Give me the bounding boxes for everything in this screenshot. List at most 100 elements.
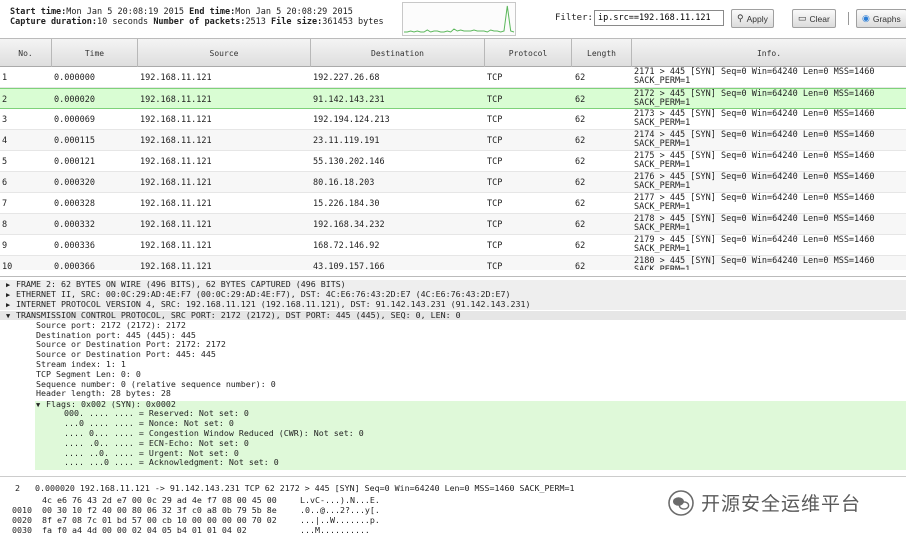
cell-time: 0.000069 (54, 114, 95, 125)
cell-info: 2178 > 445 [SYN] Seq=0 Win=64240 Len=0 M… (634, 214, 875, 233)
packet-row[interactable]: 6 0.000320 192.168.11.121 80.16.18.203 TCP 62… (0, 172, 906, 193)
apply-button-label: Apply (746, 13, 768, 24)
cell-source: 192.168.11.121 (140, 135, 212, 146)
hex-ascii: ...|..W.......p. (300, 515, 380, 525)
tree-text: Destination port: 445 (445): 445 (36, 329, 196, 340)
cell-info: 2177 > 445 [SYN] Seq=0 Win=64240 Len=0 M… (634, 193, 875, 212)
filter-input[interactable] (594, 10, 724, 26)
cell-protocol: TCP (487, 94, 503, 105)
cell-source: 192.168.11.121 (140, 177, 212, 188)
column-source[interactable]: Source (138, 39, 311, 67)
cell-destination: 192.168.34.232 (313, 219, 385, 230)
hex-offset: 0030 (12, 525, 32, 535)
cell-length: 62 (575, 94, 586, 105)
cell-no: 7 (2, 198, 8, 209)
cell-info: 2176 > 445 [SYN] Seq=0 Win=64240 Len=0 M… (634, 172, 875, 191)
column-time[interactable]: Time (52, 39, 138, 67)
toolbar-separator (848, 12, 849, 25)
packet-row[interactable]: 2 0.000020 192.168.11.121 91.142.143.231 TCP… (0, 88, 906, 109)
tree-text: Stream index: 1: 1 (36, 359, 126, 369)
apply-button[interactable]: ⚲ Apply (731, 9, 774, 28)
hex-bytes: 4c e6 76 43 2d e7 00 0c 29 ad 4e f7 08 0… (42, 495, 277, 505)
duration-label: Capture duration: (10, 17, 97, 27)
cell-length: 62 (575, 156, 586, 167)
tree-text: .... 0... .... = Congestion Window Reduc… (64, 428, 364, 438)
packet-row[interactable]: 7 0.000328 192.168.11.121 15.226.184.30 TCP 6… (0, 193, 906, 214)
file-size-label: File size: (271, 17, 323, 27)
cell-protocol: TCP (487, 240, 503, 251)
watermark: 开源安全运维平台 (668, 489, 861, 516)
packet-details-tree: ▶ FRAME 2: 62 BYTES ON WIRE (496 BITS), 6… (0, 276, 906, 472)
tree-text: ETHERNET II, SRC: 00:0C:29:AD:4E:F7 (00:… (16, 289, 511, 300)
cell-destination: 168.72.146.92 (313, 240, 380, 251)
cell-protocol: TCP (487, 198, 503, 209)
tree-text: Source or Destination Port: 445: 445 (36, 349, 216, 360)
packets-count-label: Number of packets: (153, 17, 246, 27)
cell-no: 4 (2, 135, 8, 146)
cell-destination: 23.11.119.191 (313, 135, 380, 146)
tree-text: .... ...0 .... = Acknowledgment: Not set… (64, 457, 279, 468)
cell-no: 2 (2, 94, 8, 105)
packet-row[interactable]: 10 0.000366 192.168.11.121 43.109.157.166 TC… (0, 256, 906, 270)
column-info[interactable]: Info. (632, 39, 906, 67)
cell-time: 0.000366 (54, 261, 95, 271)
tree-text: Source port: 2172 (2172): 2172 (36, 319, 186, 330)
tree-text: Header length: 28 bytes: 28 (36, 388, 171, 399)
cell-source: 192.168.11.121 (140, 156, 212, 167)
cell-time: 0.000320 (54, 177, 95, 188)
graphs-button[interactable]: ◉ Graphs (856, 9, 906, 28)
cell-length: 62 (575, 114, 586, 125)
cell-no: 9 (2, 240, 8, 251)
cell-no: 10 (2, 261, 13, 271)
hex-ascii: L.vC-...).N...E. (300, 495, 380, 505)
cell-destination: 15.226.184.30 (313, 198, 380, 209)
packet-row[interactable]: 4 0.000115 192.168.11.121 23.11.119.191 TCP 6… (0, 130, 906, 151)
packet-row[interactable]: 5 0.000121 192.168.11.121 55.130.202.146 TCP… (0, 151, 906, 172)
packet-list-header: No. Time Source Destination Protocol Len… (0, 39, 906, 67)
packet-row[interactable]: 8 0.000332 192.168.11.121 192.168.34.232 TCP… (0, 214, 906, 235)
traffic-sparkline (402, 2, 516, 36)
column-destination[interactable]: Destination (311, 39, 485, 67)
column-no[interactable]: No. (0, 39, 52, 67)
clear-button[interactable]: ▭ Clear (792, 9, 836, 28)
graphs-icon: ◉ (862, 13, 870, 23)
cell-time: 0.000336 (54, 240, 95, 251)
packet-row[interactable]: 3 0.000069 192.168.11.121 192.194.124.213 TC… (0, 109, 906, 130)
cell-source: 192.168.11.121 (140, 198, 212, 209)
sparkline-line (404, 5, 515, 33)
hex-offset: 0020 (12, 515, 32, 525)
cell-length: 62 (575, 261, 586, 271)
tree-text: TRANSMISSION CONTROL PROTOCOL, SRC PORT:… (16, 309, 461, 320)
tree-text: TCP Segment Len: 0: 0 (36, 368, 141, 379)
start-time-value: Mon Jan 5 20:08:19 2015 (66, 7, 184, 17)
tree-text: Flags: 0x002 (SYN): 0x0002 (46, 398, 176, 409)
hex-bytes: 8f e7 08 7c 01 bd 57 00 cb 10 00 00 00 0… (42, 515, 277, 525)
cell-length: 62 (575, 240, 586, 251)
column-length[interactable]: Length (572, 39, 632, 67)
cell-no: 1 (2, 72, 8, 83)
tree-field[interactable]: Source or Destination Port: 445: 445 (0, 349, 906, 360)
clear-icon: ▭ (798, 13, 807, 23)
cell-info: 2175 > 445 [SYN] Seq=0 Win=64240 Len=0 M… (634, 151, 875, 170)
packet-row[interactable]: 1 0.000000 192.168.11.121 192.227.26.68 TCP 6… (0, 67, 906, 88)
cell-source: 192.168.11.121 (140, 114, 212, 125)
cell-protocol: TCP (487, 72, 503, 83)
hex-bytes: 00 30 10 f2 40 00 80 06 32 3f c0 a8 0b 7… (42, 505, 277, 515)
packet-row[interactable]: 9 0.000336 192.168.11.121 168.72.146.92 TCP 6… (0, 235, 906, 256)
capture-summary: Start time:Mon Jan 5 20:08:19 2015 End t… (10, 7, 384, 27)
filter-label: Filter: (555, 13, 593, 23)
cell-protocol: TCP (487, 114, 503, 125)
cell-source: 192.168.11.121 (140, 261, 212, 271)
tree-text: .... .0.. .... = ECN-Echo: Not set: 0 (64, 437, 249, 448)
cell-no: 5 (2, 156, 8, 167)
cell-info: 2173 > 445 [SYN] Seq=0 Win=64240 Len=0 M… (634, 109, 875, 128)
tree-flag-bit[interactable]: .... ...0 .... = Acknowledgment: Not set… (0, 457, 906, 468)
cell-time: 0.000020 (54, 94, 95, 105)
column-protocol[interactable]: Protocol (485, 39, 572, 67)
tree-text: 000. .... .... = Reserved: Not set: 0 (64, 408, 249, 419)
watermark-text: 开源安全运维平台 (701, 493, 862, 515)
tree-text: INTERNET PROTOCOL VERSION 4, SRC: 192.16… (16, 299, 531, 310)
tree-text: .... ..0. .... = Urgent: Not set: 0 (64, 447, 239, 458)
cell-info: 2179 > 445 [SYN] Seq=0 Win=64240 Len=0 M… (634, 235, 875, 254)
cell-time: 0.000000 (54, 72, 95, 83)
